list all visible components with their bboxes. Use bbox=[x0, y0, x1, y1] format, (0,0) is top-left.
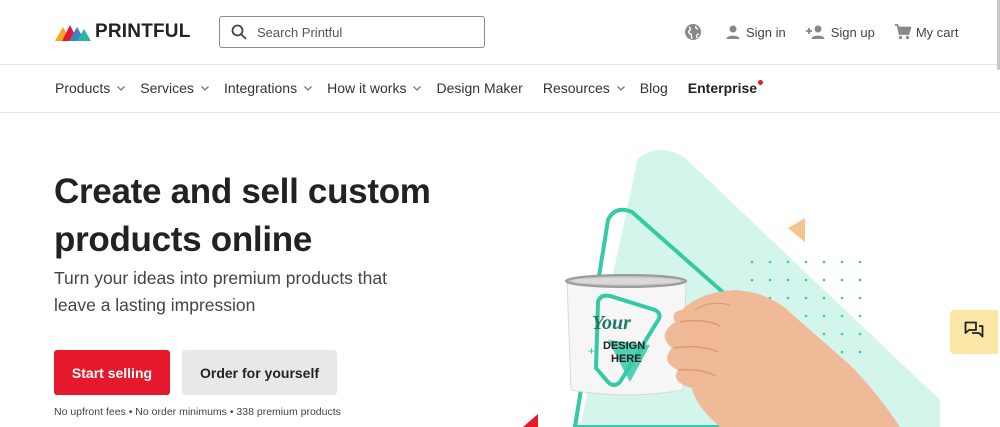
nav-item-enterprise[interactable]: Enterprise bbox=[687, 80, 764, 96]
chat-icon bbox=[964, 321, 984, 344]
cart-link[interactable]: My cart bbox=[894, 23, 959, 41]
hero-title-line: Create and sell custom bbox=[54, 172, 431, 211]
nav-item-label: Services bbox=[140, 80, 194, 96]
hero-title-line: products online bbox=[54, 220, 313, 259]
notification-dot bbox=[758, 80, 764, 85]
top-header: PRINTFUL Sign in Sign up My cart bbox=[0, 0, 1000, 65]
printful-logo-icon bbox=[55, 25, 91, 41]
nav-item-label: Products bbox=[55, 80, 111, 96]
hero-subtitle: Turn your ideas into premium products th… bbox=[54, 265, 454, 319]
nav-item-label: Resources bbox=[542, 80, 610, 96]
order-for-yourself-button[interactable]: Order for yourself bbox=[182, 350, 337, 395]
hero-title: Create and sell custom products online bbox=[54, 168, 474, 264]
mug-plus-mark: + bbox=[588, 344, 595, 358]
nav-item-services[interactable]: Services bbox=[140, 80, 210, 96]
nav-item-how-it-works[interactable]: How it works bbox=[327, 80, 422, 96]
nav-item-label: Blog bbox=[639, 80, 668, 96]
user-icon bbox=[724, 23, 742, 41]
header-actions: Sign in Sign up My cart bbox=[684, 22, 958, 42]
search-box[interactable] bbox=[219, 16, 485, 48]
chevron-down-icon bbox=[412, 83, 422, 93]
nav-item-label: Integrations bbox=[223, 80, 298, 96]
sign-in-link[interactable]: Sign in bbox=[724, 23, 786, 41]
nav-item-design-maker[interactable]: Design Maker bbox=[436, 80, 522, 96]
nav-item-label: Enterprise bbox=[687, 80, 758, 96]
mug-illustration: Your DESIGN HERE + bbox=[523, 150, 940, 427]
add-user-icon bbox=[805, 23, 827, 41]
nav-item-products[interactable]: Products bbox=[55, 80, 126, 96]
nav-item-label: Design Maker bbox=[436, 80, 523, 96]
chevron-down-icon bbox=[303, 83, 313, 93]
nav-item-blog[interactable]: Blog bbox=[640, 80, 668, 96]
hero-note: No upfront fees • No order minimums • 33… bbox=[54, 406, 341, 418]
chevron-down-icon bbox=[616, 83, 626, 93]
hero-illustration: Your DESIGN HERE + bbox=[520, 150, 980, 427]
search-input[interactable] bbox=[257, 24, 467, 40]
chevron-down-icon bbox=[116, 83, 126, 93]
globe-icon[interactable] bbox=[684, 23, 702, 41]
sign-in-label: Sign in bbox=[746, 24, 786, 40]
main-nav: Products Services Integrations How it wo… bbox=[0, 65, 1000, 113]
mug-text-line3: HERE bbox=[611, 353, 642, 365]
cart-icon bbox=[894, 23, 912, 41]
nav-item-resources[interactable]: Resources bbox=[543, 80, 626, 96]
nav-items: Products Services Integrations How it wo… bbox=[55, 80, 771, 96]
cart-label: My cart bbox=[915, 24, 959, 40]
sign-up-link[interactable]: Sign up bbox=[805, 23, 875, 41]
mug-text-line2: DESIGN bbox=[603, 340, 645, 352]
search-icon bbox=[231, 24, 247, 40]
sign-up-label: Sign up bbox=[830, 24, 875, 40]
start-selling-button[interactable]: Start selling bbox=[54, 350, 170, 395]
chevron-down-icon bbox=[200, 83, 210, 93]
chat-widget-button[interactable] bbox=[950, 310, 998, 354]
mug-text-line1: Your bbox=[592, 312, 631, 334]
printful-logo[interactable]: PRINTFUL bbox=[55, 21, 191, 43]
hero-subtitle-line: leave a lasting impression bbox=[54, 295, 256, 315]
nav-item-integrations[interactable]: Integrations bbox=[224, 80, 313, 96]
hero-subtitle-line: Turn your ideas into premium products th… bbox=[54, 268, 387, 288]
nav-item-label: How it works bbox=[327, 80, 407, 96]
brand-name: PRINTFUL bbox=[95, 21, 191, 42]
